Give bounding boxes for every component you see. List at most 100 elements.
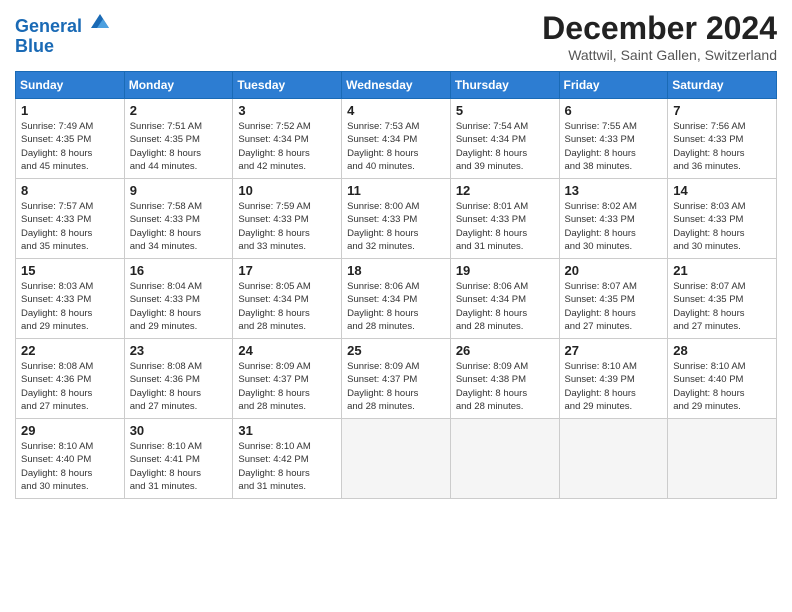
- day-number: 22: [21, 343, 119, 358]
- cell-line: and 40 minutes.: [347, 160, 445, 173]
- cell-line: and 32 minutes.: [347, 240, 445, 253]
- cell-line: Sunrise: 7:52 AM: [238, 120, 336, 133]
- cell-line: and 36 minutes.: [673, 160, 771, 173]
- cell-line: and 30 minutes.: [21, 480, 119, 493]
- cell-line: Sunset: 4:37 PM: [238, 373, 336, 386]
- cell-line: Sunset: 4:36 PM: [21, 373, 119, 386]
- cell-line: and 45 minutes.: [21, 160, 119, 173]
- calendar-title: December 2024: [542, 10, 777, 47]
- cell-line: Sunset: 4:35 PM: [21, 133, 119, 146]
- cell-line: Sunset: 4:40 PM: [673, 373, 771, 386]
- calendar-cell: 13Sunrise: 8:02 AMSunset: 4:33 PMDayligh…: [559, 179, 668, 259]
- calendar-cell: 27Sunrise: 8:10 AMSunset: 4:39 PMDayligh…: [559, 339, 668, 419]
- logo: General Blue: [15, 10, 111, 57]
- calendar-cell: 20Sunrise: 8:07 AMSunset: 4:35 PMDayligh…: [559, 259, 668, 339]
- calendar-cell: 2Sunrise: 7:51 AMSunset: 4:35 PMDaylight…: [124, 99, 233, 179]
- cell-line: Daylight: 8 hours: [673, 387, 771, 400]
- calendar-cell: 23Sunrise: 8:08 AMSunset: 4:36 PMDayligh…: [124, 339, 233, 419]
- cell-line: Daylight: 8 hours: [21, 307, 119, 320]
- day-number: 31: [238, 423, 336, 438]
- cell-line: Sunrise: 8:10 AM: [565, 360, 663, 373]
- calendar-cell: 1Sunrise: 7:49 AMSunset: 4:35 PMDaylight…: [16, 99, 125, 179]
- cell-line: and 31 minutes.: [130, 480, 228, 493]
- logo-blue: Blue: [15, 36, 54, 56]
- cell-line: and 28 minutes.: [347, 400, 445, 413]
- calendar-cell: 5Sunrise: 7:54 AMSunset: 4:34 PMDaylight…: [450, 99, 559, 179]
- cell-line: Daylight: 8 hours: [238, 307, 336, 320]
- cell-line: and 30 minutes.: [673, 240, 771, 253]
- cell-line: Daylight: 8 hours: [130, 387, 228, 400]
- cell-line: Sunset: 4:33 PM: [238, 213, 336, 226]
- cell-line: and 33 minutes.: [238, 240, 336, 253]
- cell-line: and 27 minutes.: [130, 400, 228, 413]
- day-number: 11: [347, 183, 445, 198]
- cell-line: Sunrise: 8:10 AM: [130, 440, 228, 453]
- day-number: 6: [565, 103, 663, 118]
- calendar-week-5: 29Sunrise: 8:10 AMSunset: 4:40 PMDayligh…: [16, 419, 777, 499]
- calendar-cell: 26Sunrise: 8:09 AMSunset: 4:38 PMDayligh…: [450, 339, 559, 419]
- weekday-header-wednesday: Wednesday: [342, 72, 451, 99]
- cell-line: Daylight: 8 hours: [21, 387, 119, 400]
- day-number: 21: [673, 263, 771, 278]
- calendar-cell: 29Sunrise: 8:10 AMSunset: 4:40 PMDayligh…: [16, 419, 125, 499]
- calendar-cell: [342, 419, 451, 499]
- calendar-cell: 28 Sunrise: 8:10 AMSunset: 4:40 PMDayligh…: [668, 339, 777, 419]
- day-number: 16: [130, 263, 228, 278]
- cell-line: Sunrise: 7:53 AM: [347, 120, 445, 133]
- calendar-cell: 25Sunrise: 8:09 AMSunset: 4:37 PMDayligh…: [342, 339, 451, 419]
- cell-line: Sunset: 4:34 PM: [238, 133, 336, 146]
- cell-line: Sunrise: 8:08 AM: [130, 360, 228, 373]
- calendar-cell: 30Sunrise: 8:10 AMSunset: 4:41 PMDayligh…: [124, 419, 233, 499]
- cell-line: Daylight: 8 hours: [456, 307, 554, 320]
- cell-line: and 28 minutes.: [238, 400, 336, 413]
- cell-line: Sunrise: 8:10 AM: [238, 440, 336, 453]
- day-number: 4: [347, 103, 445, 118]
- cell-line: Sunrise: 8:07 AM: [673, 280, 771, 293]
- title-area: December 2024 Wattwil, Saint Gallen, Swi…: [542, 10, 777, 63]
- day-number: 18: [347, 263, 445, 278]
- cell-line: Sunrise: 8:06 AM: [347, 280, 445, 293]
- cell-line: and 27 minutes.: [565, 320, 663, 333]
- cell-line: Sunrise: 8:00 AM: [347, 200, 445, 213]
- cell-line: Sunset: 4:35 PM: [565, 293, 663, 306]
- calendar-cell: 24Sunrise: 8:09 AMSunset: 4:37 PMDayligh…: [233, 339, 342, 419]
- day-number: 5: [456, 103, 554, 118]
- cell-line: Sunset: 4:35 PM: [673, 293, 771, 306]
- cell-line: Sunrise: 7:51 AM: [130, 120, 228, 133]
- cell-line: Sunset: 4:33 PM: [347, 213, 445, 226]
- day-number: 13: [565, 183, 663, 198]
- cell-line: and 28 minutes.: [456, 320, 554, 333]
- calendar-week-3: 15Sunrise: 8:03 AMSunset: 4:33 PMDayligh…: [16, 259, 777, 339]
- calendar-cell: 31Sunrise: 8:10 AMSunset: 4:42 PMDayligh…: [233, 419, 342, 499]
- day-number: 12: [456, 183, 554, 198]
- cell-line: and 29 minutes.: [565, 400, 663, 413]
- cell-line: and 31 minutes.: [456, 240, 554, 253]
- cell-line: Sunrise: 7:56 AM: [673, 120, 771, 133]
- cell-line: Sunset: 4:33 PM: [21, 293, 119, 306]
- cell-line: Sunrise: 8:03 AM: [673, 200, 771, 213]
- calendar-cell: 7Sunrise: 7:56 AMSunset: 4:33 PMDaylight…: [668, 99, 777, 179]
- cell-line: and 27 minutes.: [21, 400, 119, 413]
- day-number: 30: [130, 423, 228, 438]
- cell-line: Daylight: 8 hours: [673, 307, 771, 320]
- weekday-header-saturday: Saturday: [668, 72, 777, 99]
- day-number: 26: [456, 343, 554, 358]
- calendar-cell: 22Sunrise: 8:08 AMSunset: 4:36 PMDayligh…: [16, 339, 125, 419]
- cell-line: Sunset: 4:40 PM: [21, 453, 119, 466]
- day-number: 7: [673, 103, 771, 118]
- weekday-header-row: SundayMondayTuesdayWednesdayThursdayFrid…: [16, 72, 777, 99]
- day-number: 28: [673, 343, 771, 358]
- cell-line: Sunrise: 8:07 AM: [565, 280, 663, 293]
- cell-line: and 27 minutes.: [673, 320, 771, 333]
- cell-line: Sunrise: 8:09 AM: [238, 360, 336, 373]
- calendar-cell: 9Sunrise: 7:58 AMSunset: 4:33 PMDaylight…: [124, 179, 233, 259]
- cell-line: Sunset: 4:35 PM: [130, 133, 228, 146]
- cell-line: Daylight: 8 hours: [347, 147, 445, 160]
- day-number: 29: [21, 423, 119, 438]
- cell-line: Sunrise: 8:09 AM: [347, 360, 445, 373]
- calendar-cell: 4Sunrise: 7:53 AMSunset: 4:34 PMDaylight…: [342, 99, 451, 179]
- calendar-cell: 6Sunrise: 7:55 AMSunset: 4:33 PMDaylight…: [559, 99, 668, 179]
- cell-line: Sunrise: 8:10 AM: [673, 360, 771, 373]
- cell-line: Daylight: 8 hours: [456, 227, 554, 240]
- calendar-week-2: 8Sunrise: 7:57 AMSunset: 4:33 PMDaylight…: [16, 179, 777, 259]
